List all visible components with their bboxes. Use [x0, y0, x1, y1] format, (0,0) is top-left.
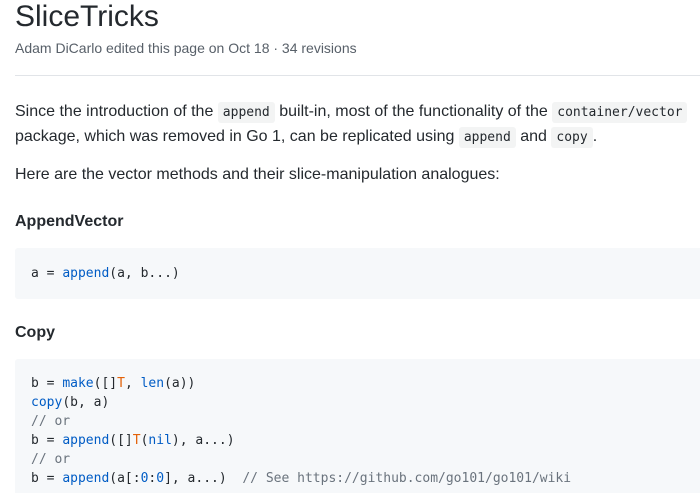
code-comment: // or: [31, 414, 71, 429]
page-title: SliceTricks: [15, 0, 159, 33]
intro-text-2: built-in, most of the functionality of t…: [274, 103, 553, 120]
code-line: b = make([]T, len(a)): [31, 376, 196, 391]
code-comment-link: // See https://github.com/go101/go101/wi…: [242, 471, 572, 486]
code-line: a = append(a, b...): [31, 266, 180, 281]
inline-code-append: append: [217, 102, 275, 123]
code-block-copy: b = make([]T, len(a)) copy(b, a) // or b = …: [15, 359, 700, 493]
heading-copy: Copy: [15, 324, 55, 341]
page-meta: Adam DiCarlo edited this page on Oct 18 …: [15, 40, 357, 56]
inline-code-container-vector: container/vector: [552, 102, 688, 123]
intro-paragraph-2: Here are the vector methods and their sl…: [15, 166, 500, 183]
code-comment: // or: [31, 452, 71, 467]
header-divider: [15, 75, 700, 76]
heading-append-vector: AppendVector: [15, 213, 124, 230]
inline-code-append-2: append: [458, 127, 516, 148]
intro-text-1: Since the introduction of the: [15, 103, 218, 120]
code-line: copy(b, a): [31, 395, 110, 410]
intro-text-5: .: [592, 128, 598, 145]
code-block-append-vector: a = append(a, b...): [15, 248, 700, 299]
intro-paragraph: Since the introduction of the append bui…: [15, 100, 700, 150]
intro-text-3: package, which was removed in Go 1, can …: [15, 128, 459, 145]
code-line: b = append(a[:0:0], a...) // See https:/…: [31, 471, 572, 486]
code-line: b = append([]T(nil), a...): [31, 433, 235, 448]
intro-text-4: and: [515, 128, 552, 145]
inline-code-copy: copy: [551, 127, 593, 148]
